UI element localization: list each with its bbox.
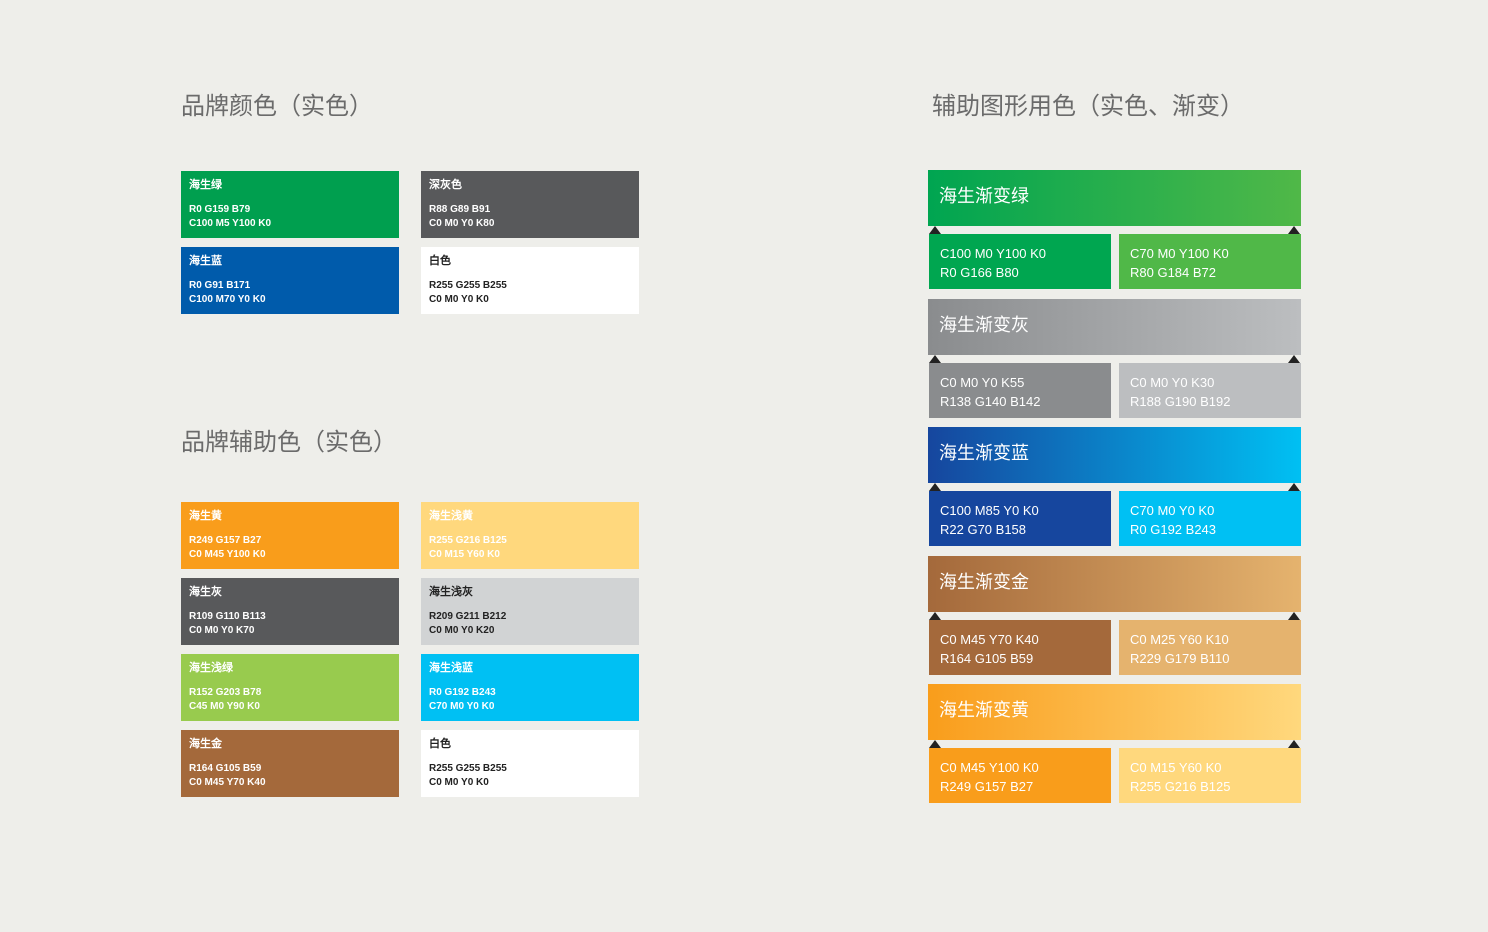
gradient-stop-swatch-left: C100 M85 Y0 K0 R22 G70 B158 [929,491,1111,546]
swatch-cmyk: C0 M45 Y100 K0 [189,549,266,560]
swatch-rgb: R0 G159 B79 [189,204,251,215]
swatch-rgb: R152 G203 B78 [189,687,262,698]
gradient-stop-cmyk: C0 M0 Y0 K55 [940,374,1025,390]
swatch-name: 海生灰 [189,585,222,598]
color-swatch: 海生浅蓝 R0 G192 B243 C70 M0 Y0 K0 [421,654,639,721]
gradient-stop-rgb: R22 G70 B158 [940,522,1027,537]
swatch-name: 深灰色 [429,178,462,191]
gradient-stop-swatch-left: C0 M0 Y0 K55 R138 G140 B142 [929,362,1111,418]
brand-colors-heading: 品牌颜色（实色） [181,92,373,120]
gradient-stop-rgb: R138 G140 B142 [940,393,1041,409]
gradient-bar: 海生渐变灰 [928,298,1301,355]
swatch-cmyk: C0 M0 Y0 K0 [429,294,489,305]
gradient-stop-right-marker [1288,226,1300,234]
gradient-stop-swatch-right: C70 M0 Y100 K0 R80 G184 B72 [1119,234,1301,289]
swatch-name: 海生浅蓝 [429,661,473,674]
gradient-stop-cmyk: C100 M0 Y100 K0 [940,246,1046,261]
swatch-name: 海生金 [189,737,222,750]
gradient-bar: 海生渐变金 [928,555,1301,612]
swatch-rgb: R0 G91 B171 [189,280,251,291]
graphic-colors-heading: 辅助图形用色（实色、渐变） [932,92,1244,120]
gradient-bar: 海生渐变绿 [928,170,1301,226]
gradient-stop-right-marker [1288,483,1300,491]
swatch-cmyk: C100 M70 Y0 K0 [189,294,266,305]
gradient-stop-cmyk: C70 M0 Y0 K0 [1130,503,1215,518]
gradient-stop-cmyk: C0 M45 Y100 K0 [940,760,1039,775]
swatch-cmyk: C100 M5 Y100 K0 [189,218,272,229]
swatch-cmyk: C70 M0 Y0 K0 [429,701,495,712]
color-swatch: 海生灰 R109 G110 B113 C0 M0 Y0 K70 [181,578,399,645]
swatch-rgb: R109 G110 B113 [189,611,266,622]
brand-aux-colors-heading: 品牌辅助色（实色） [181,428,397,456]
gradient-stop-left-marker [929,483,941,491]
swatch-rgb: R255 G255 B255 [429,763,507,774]
gradient-stop-left-marker [929,740,941,748]
swatch-cmyk: C0 M45 Y70 K40 [189,777,266,788]
color-swatch: 海生浅灰 R209 G211 B212 C0 M0 Y0 K20 [421,578,639,645]
swatch-rgb: R255 G216 B125 [429,535,507,546]
gradient-stop-right-marker [1288,740,1300,748]
gradient-stop-swatch-right: C0 M25 Y60 K10 R229 G179 B110 [1119,619,1301,675]
gradient-stop-cmyk: C0 M45 Y70 K40 [940,631,1039,647]
gradient-bar: 海生渐变蓝 [928,427,1301,483]
swatch-name: 海生绿 [189,178,222,191]
gradient-bar: 海生渐变黄 [928,684,1301,740]
color-swatch: 海生绿 R0 G159 B79 C100 M5 Y100 K0 [181,171,399,238]
gradient-stop-right-marker [1288,611,1300,620]
gradient-stop-rgb: R255 G216 B125 [1130,779,1231,794]
swatch-rgb: R255 G255 B255 [429,280,507,291]
gradient-stop-swatch-left: C0 M45 Y70 K40 R164 G105 B59 [929,619,1111,675]
gradient-stop-cmyk: C100 M85 Y0 K0 [940,503,1039,518]
gradient-stop-cmyk: C0 M15 Y60 K0 [1130,760,1222,775]
gradient-stop-cmyk: C0 M25 Y60 K10 [1130,631,1229,647]
swatch-name: 海生浅绿 [189,661,233,674]
gradient-stop-rgb: R0 G192 B243 [1130,522,1217,537]
color-swatch: 海生金 R164 G105 B59 C0 M45 Y70 K40 [181,730,399,797]
gradient-stop-right-marker [1288,354,1300,363]
swatch-rgb: R164 G105 B59 [189,763,262,774]
swatch-rgb: R209 G211 B212 [429,611,507,622]
color-swatch: 深灰色 R88 G89 B91 C0 M0 Y0 K80 [421,171,639,238]
color-swatch: 白色 R255 G255 B255 C0 M0 Y0 K0 [421,730,639,797]
color-swatch: 海生黄 R249 G157 B27 C0 M45 Y100 K0 [181,502,399,569]
swatch-name: 白色 [429,254,451,267]
gradient-stop-swatch-left: C0 M45 Y100 K0 R249 G157 B27 [929,748,1111,803]
gradient-stop-rgb: R80 G184 B72 [1130,265,1217,280]
gradient-stop-swatch-right: C0 M0 Y0 K30 R188 G190 B192 [1119,362,1301,418]
swatch-cmyk: C0 M0 Y0 K80 [429,218,495,229]
gradient-stop-rgb: R164 G105 B59 [940,650,1034,666]
gradient-stop-left-marker [929,611,941,620]
gradient-stop-swatch-right: C70 M0 Y0 K0 R0 G192 B243 [1119,491,1301,546]
gradient-stop-swatch-right: C0 M15 Y60 K0 R255 G216 B125 [1119,748,1301,803]
color-swatch: 海生蓝 R0 G91 B171 C100 M70 Y0 K0 [181,247,399,314]
swatch-cmyk: C0 M0 Y0 K70 [189,625,255,636]
swatch-name: 海生浅黄 [429,509,473,522]
color-swatch: 海生浅绿 R152 G203 B78 C45 M0 Y90 K0 [181,654,399,721]
gradient-stop-left-marker [929,354,941,363]
swatch-rgb: R249 G157 B27 [189,535,262,546]
swatch-name: 海生蓝 [189,254,222,267]
swatch-name: 海生浅灰 [429,585,473,598]
swatch-cmyk: C0 M0 Y0 K20 [429,625,495,636]
swatch-rgb: R0 G192 B243 [429,687,496,698]
gradient-stop-rgb: R0 G166 B80 [940,265,1019,280]
gradient-stop-cmyk: C0 M0 Y0 K30 [1130,374,1215,390]
swatch-name: 白色 [429,737,451,750]
swatch-rgb: R88 G89 B91 [429,204,491,215]
gradient-stop-rgb: R229 G179 B110 [1130,650,1230,666]
swatch-cmyk: C0 M0 Y0 K0 [429,777,489,788]
gradient-stop-rgb: R249 G157 B27 [940,779,1034,794]
gradient-stop-swatch-left: C100 M0 Y100 K0 R0 G166 B80 [929,234,1111,289]
gradient-stop-left-marker [929,226,941,234]
gradient-stop-cmyk: C70 M0 Y100 K0 [1130,246,1229,261]
color-swatch: 白色 R255 G255 B255 C0 M0 Y0 K0 [421,247,639,314]
swatch-name: 海生黄 [189,509,222,522]
swatch-cmyk: C45 M0 Y90 K0 [189,701,260,712]
gradient-stop-rgb: R188 G190 B192 [1130,393,1231,409]
color-swatch: 海生浅黄 R255 G216 B125 C0 M15 Y60 K0 [421,502,639,569]
swatch-cmyk: C0 M15 Y60 K0 [429,549,500,560]
